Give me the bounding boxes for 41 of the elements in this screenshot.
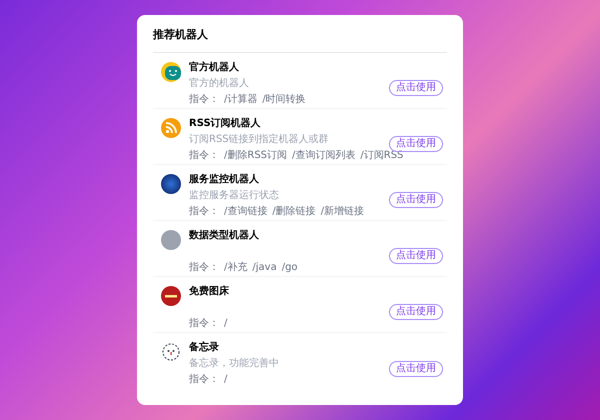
- bot-description: 监控服务器运行状态: [189, 189, 279, 202]
- command-link[interactable]: /go: [282, 261, 298, 274]
- bot-name: 备忘录: [189, 341, 219, 354]
- command-link[interactable]: /新增链接: [320, 205, 364, 218]
- use-button[interactable]: 点击使用: [389, 80, 443, 96]
- command-label: 指令：: [189, 205, 219, 218]
- command-label: 指令：: [189, 261, 219, 274]
- command-label: 指令：: [189, 149, 219, 162]
- bot-description: 备忘录，功能完善中: [189, 357, 279, 370]
- command-label: 指令：: [189, 93, 219, 106]
- command-link[interactable]: /删除RSS订阅: [224, 149, 288, 162]
- command-link[interactable]: /补充: [224, 261, 248, 274]
- command-link[interactable]: /删除链接: [272, 205, 316, 218]
- bot-name: RSS订阅机器人: [189, 117, 261, 130]
- command-link[interactable]: /计算器: [224, 93, 258, 106]
- doodle-icon: [161, 342, 181, 362]
- use-button[interactable]: 点击使用: [389, 248, 443, 264]
- photo-placeholder: [161, 230, 181, 250]
- command-link[interactable]: /时间转换: [262, 93, 306, 106]
- command-link[interactable]: /java: [252, 261, 277, 274]
- bot-description: 官方的机器人: [189, 77, 249, 90]
- use-button[interactable]: 点击使用: [389, 360, 443, 376]
- rss-icon: [161, 118, 181, 138]
- use-button[interactable]: 点击使用: [389, 304, 443, 320]
- command-label: 指令：: [189, 317, 219, 330]
- panel-title: 推荐机器人: [153, 27, 447, 52]
- round-badge-icon: [161, 286, 181, 306]
- bot-name: 官方机器人: [189, 61, 239, 74]
- command-label: 指令：: [189, 373, 219, 386]
- bot-description: 订阅RSS链接到指定机器人或群: [189, 133, 329, 146]
- command-link[interactable]: /: [224, 317, 228, 330]
- smiley-face-icon: [161, 62, 181, 82]
- command-link[interactable]: /查询链接: [224, 205, 268, 218]
- use-button[interactable]: 点击使用: [389, 192, 443, 208]
- use-button[interactable]: 点击使用: [389, 136, 443, 152]
- bot-name: 免费图床: [189, 285, 229, 298]
- photo-placeholder: [161, 174, 181, 194]
- bot-name: 数据类型机器人: [189, 229, 259, 242]
- bot-name: 服务监控机器人: [189, 173, 259, 186]
- command-link[interactable]: /: [224, 373, 228, 386]
- command-link[interactable]: /查询订阅列表: [292, 149, 356, 162]
